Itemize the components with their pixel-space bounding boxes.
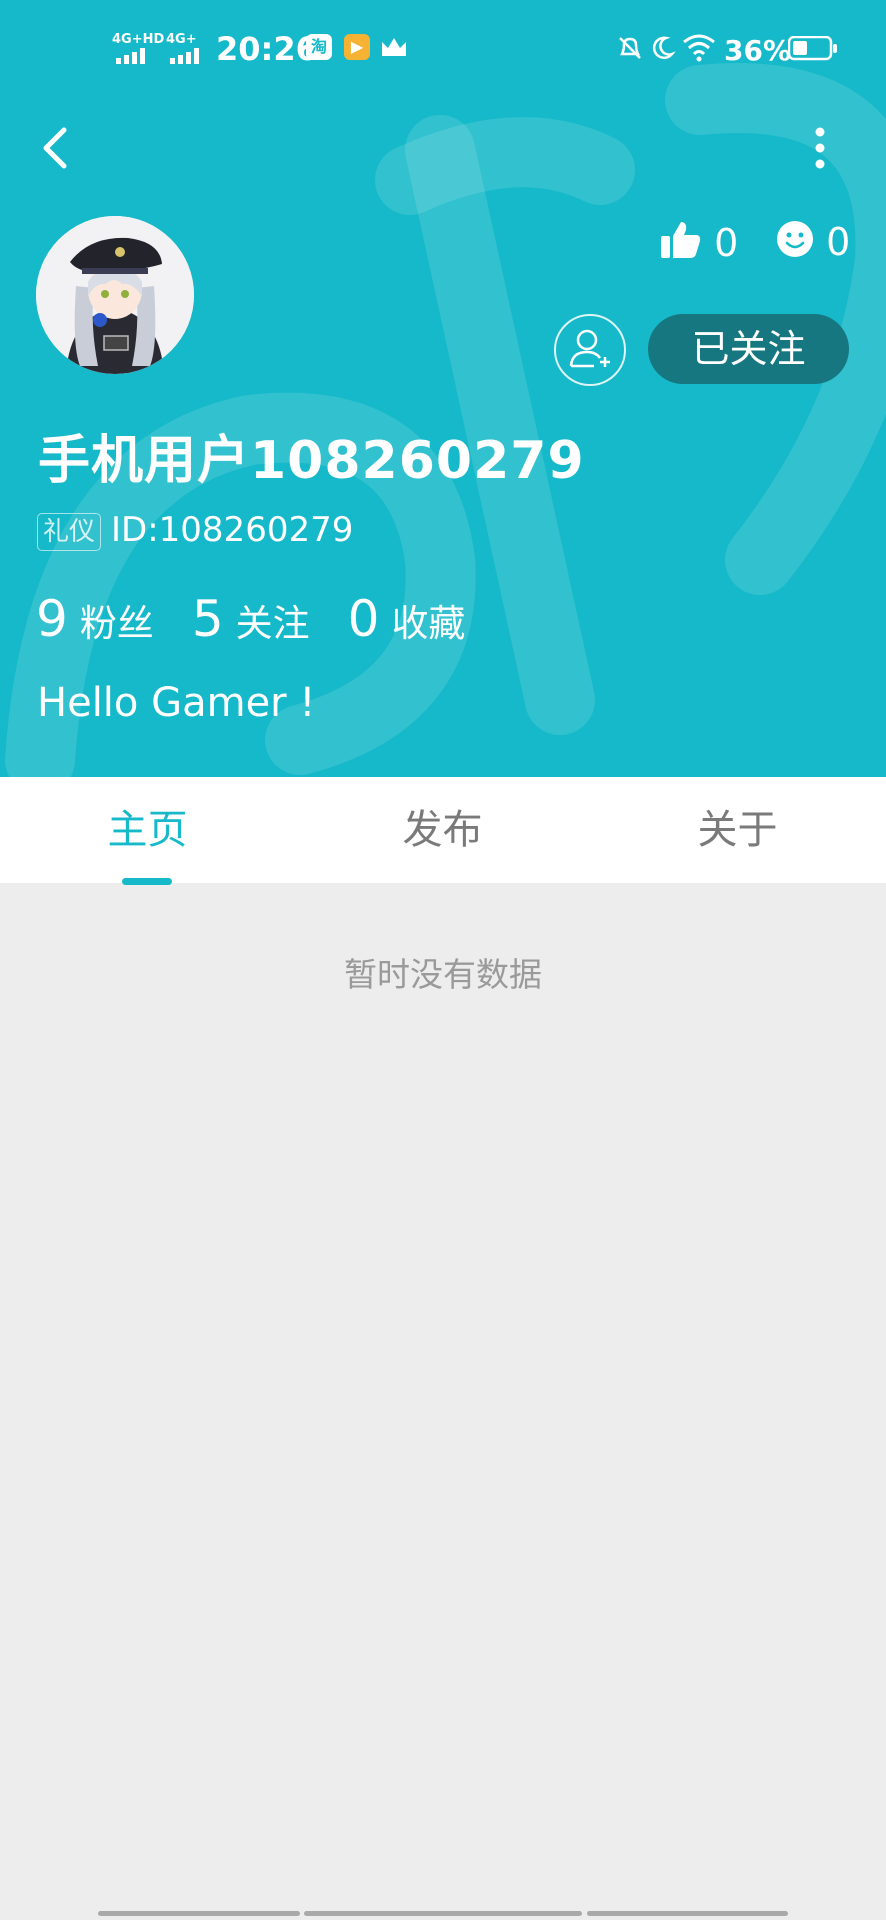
battery-icon bbox=[788, 36, 837, 61]
profile-header: 4G+HD 4G+ 20:26 淘 ▶ 36% 0 0 已关注 手机用户1082… bbox=[0, 0, 886, 777]
fans-count[interactable]: 9 bbox=[36, 590, 68, 648]
nav-gesture-bar-right[interactable] bbox=[587, 1911, 788, 1916]
username: 手机用户108260279 bbox=[38, 431, 585, 491]
signal-bars-icon bbox=[116, 48, 145, 64]
moon-icon bbox=[652, 36, 676, 60]
add-friend-icon bbox=[569, 329, 610, 368]
smiles-count: 0 bbox=[826, 220, 851, 264]
profile-counts: 9 粉丝 5 关注 0 收藏 bbox=[36, 590, 503, 648]
favorites-label[interactable]: 收藏 bbox=[391, 593, 465, 647]
avatar[interactable] bbox=[36, 216, 194, 374]
fans-label[interactable]: 粉丝 bbox=[80, 593, 154, 647]
smiles-stat[interactable]: 0 bbox=[776, 220, 850, 264]
bio-text: Hello Gamer ! bbox=[37, 680, 316, 726]
signal-1-label: 4G+HD bbox=[112, 32, 165, 47]
tab-home[interactable]: 主页 bbox=[0, 777, 295, 883]
followed-button[interactable]: 已关注 bbox=[648, 314, 849, 384]
mute-bell-icon bbox=[619, 37, 641, 59]
watermark-logo bbox=[5, 63, 886, 777]
active-tab-indicator bbox=[122, 878, 172, 885]
following-label[interactable]: 关注 bbox=[236, 593, 310, 647]
tab-posts[interactable]: 发布 bbox=[295, 777, 590, 883]
likes-stat[interactable]: 0 bbox=[660, 220, 738, 265]
tab-about[interactable]: 关于 bbox=[590, 777, 885, 883]
avatar-illustration bbox=[36, 216, 194, 374]
following-count[interactable]: 5 bbox=[192, 590, 224, 648]
likes-count: 0 bbox=[714, 221, 739, 265]
taobao-icon: 淘 bbox=[306, 34, 332, 60]
add-friend-button[interactable] bbox=[554, 314, 626, 386]
clock: 20:26 bbox=[216, 30, 318, 68]
video-app-icon: ▶ bbox=[344, 34, 370, 60]
nav-gesture-bar-center[interactable] bbox=[304, 1911, 582, 1916]
profile-tabs: 主页 发布 关于 bbox=[0, 777, 886, 883]
etiquette-badge: 礼仪 bbox=[37, 513, 102, 551]
signal-2-label: 4G+ bbox=[166, 32, 197, 47]
empty-state-message: 暂时没有数据 bbox=[344, 955, 542, 994]
thumbs-up-icon bbox=[661, 222, 701, 258]
status-bar: 4G+HD 4G+ 20:26 淘 ▶ 36% bbox=[0, 22, 886, 78]
wifi-icon bbox=[683, 34, 715, 62]
nav-gesture-bar-left[interactable] bbox=[98, 1911, 300, 1916]
battery-percent: 36% bbox=[724, 34, 792, 67]
more-vertical-icon[interactable] bbox=[806, 122, 834, 174]
favorites-count[interactable]: 0 bbox=[348, 590, 380, 648]
crown-icon bbox=[382, 38, 406, 56]
smile-icon bbox=[777, 221, 813, 257]
user-id: ID:108260279 bbox=[111, 510, 354, 550]
back-arrow-icon[interactable] bbox=[36, 122, 76, 174]
signal-bars-icon bbox=[170, 48, 199, 64]
